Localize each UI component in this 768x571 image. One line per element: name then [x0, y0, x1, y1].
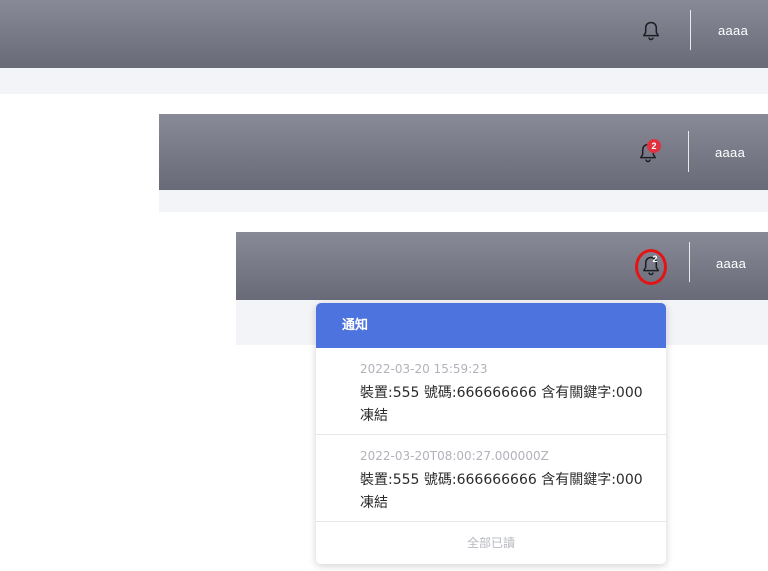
- header-divider: [690, 10, 691, 50]
- notification-count-badge: 2: [647, 139, 661, 153]
- header-bar-2: [159, 114, 768, 190]
- notification-message: 裝置:555 號碼:666666666 含有關鍵字:000 凍結: [360, 472, 643, 511]
- header-divider: [689, 242, 690, 282]
- user-menu[interactable]: aaaa: [718, 23, 748, 38]
- header-shadow-1: [0, 68, 768, 94]
- user-menu[interactable]: aaaa: [716, 256, 746, 271]
- bell-icon[interactable]: [641, 20, 661, 42]
- notification-item[interactable]: 2022-03-20 15:59:23 裝置:555 號碼:666666666 …: [316, 348, 666, 434]
- notification-item[interactable]: 2022-03-20T08:00:27.000000Z 裝置:555 號碼:66…: [316, 435, 666, 521]
- dropdown-title: 通知: [316, 303, 666, 348]
- highlight-circle: [635, 249, 667, 285]
- notification-dropdown: 通知 2022-03-20 15:59:23 裝置:555 號碼:6666666…: [316, 303, 666, 564]
- notification-message: 裝置:555 號碼:666666666 含有關鍵字:000 凍結: [360, 385, 643, 424]
- header-divider: [688, 131, 689, 172]
- header-shadow-2: [159, 190, 768, 212]
- notification-time: 2022-03-20 15:59:23: [360, 362, 488, 376]
- user-menu[interactable]: aaaa: [715, 145, 745, 160]
- notification-time: 2022-03-20T08:00:27.000000Z: [360, 449, 549, 463]
- mark-all-read-button[interactable]: 全部已讀: [316, 522, 666, 564]
